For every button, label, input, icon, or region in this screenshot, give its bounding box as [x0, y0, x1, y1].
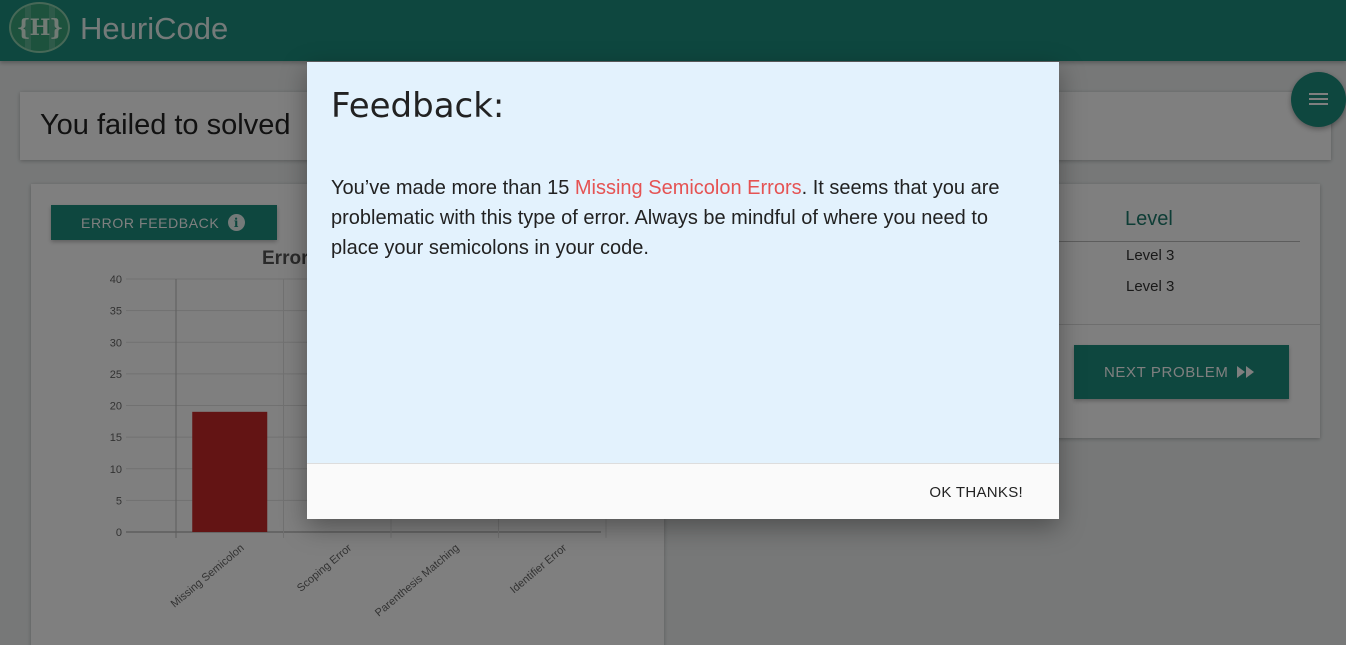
highlighted-error-type: Missing Semicolon Errors: [574, 177, 802, 199]
modal-body: You’ve made more than 15 Missing Semicol…: [331, 173, 1031, 263]
modal-footer: OK THANKS!: [307, 463, 1059, 519]
feedback-modal: Feedback: You’ve made more than 15 Missi…: [307, 62, 1059, 519]
ok-thanks-button[interactable]: OK THANKS!: [929, 484, 1023, 501]
modal-body-text: You’ve made more than 15: [331, 177, 575, 199]
modal-title: Feedback:: [331, 86, 505, 126]
